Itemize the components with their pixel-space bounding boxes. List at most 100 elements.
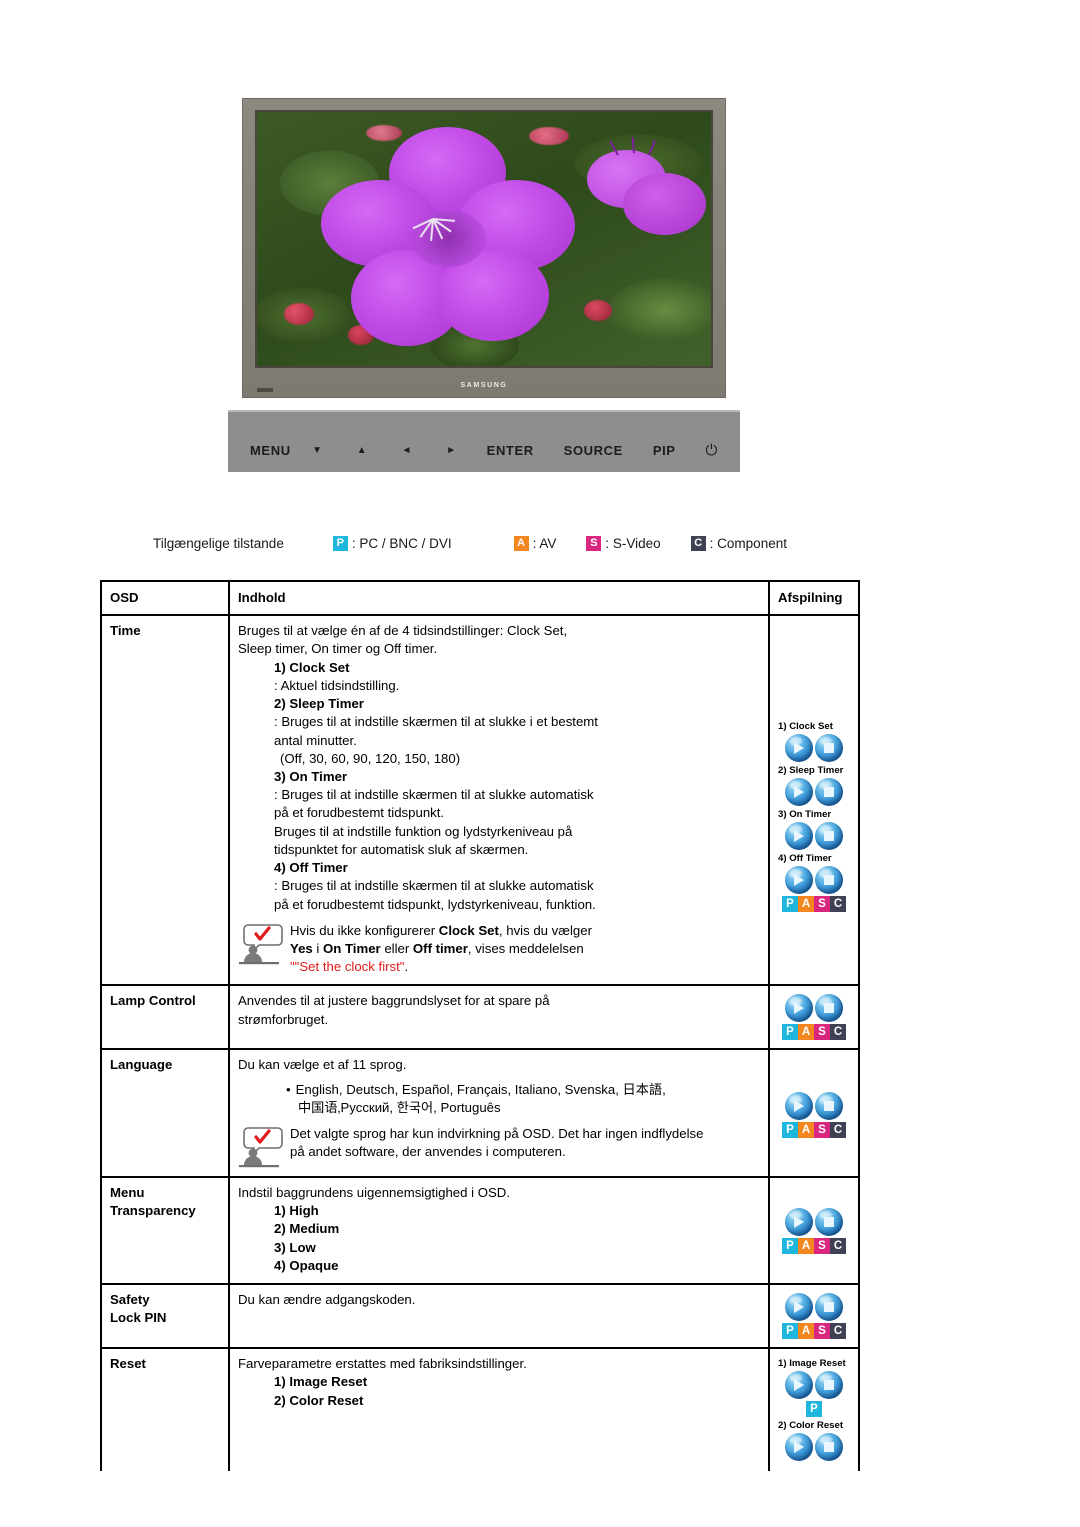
icon-caption-sleep-timer: 2) Sleep Timer [778,765,844,777]
source-button[interactable]: SOURCE [564,443,623,458]
button-pair-language [778,1092,850,1121]
pasc-badges-menu-transparency: PASC [778,1238,850,1255]
stop-icon[interactable] [815,1293,843,1322]
enter-button[interactable]: ENTER [487,443,534,458]
time-item3-desc-l2: på et forudbestemt tidspunkt. [274,805,445,821]
time-note-l1c: , hvis du vælger [498,922,592,938]
power-icon[interactable]: ⏻ [706,442,718,459]
stop-icon[interactable] [815,778,843,807]
badge-p-icon: P [782,1122,798,1139]
flower-petal [622,172,707,236]
badge-p-icon: P [782,896,798,913]
pip-button[interactable]: PIP [653,443,676,458]
legend-item-component: C : Component [690,536,787,551]
badge-p-icon: P [782,1323,798,1340]
right-arrow-icon[interactable]: ► [446,445,457,456]
badge-a-icon: A [798,1024,814,1041]
legend-item-svideo: S : S-Video [586,536,661,551]
time-item1-title: 1) Clock Set [274,659,350,675]
source-legend: Tilgængelige tilstande P : PC / BNC / DV… [153,536,787,551]
stop-icon[interactable] [815,1433,843,1462]
stop-icon[interactable] [815,1371,843,1400]
play-icon[interactable] [785,1293,813,1322]
time-item2-title: 2) Sleep Timer [274,696,364,712]
time-note-l2a: Yes [290,940,313,956]
badge-s-icon: S [814,896,830,913]
badge-p-icon: P [782,1024,798,1041]
icon-caption-color-reset: 2) Color Reset [778,1420,844,1432]
time-item2-values: (Off, 30, 60, 90, 120, 150, 180) [280,750,461,766]
row-label-menu-transparency: Menu Transparency [100,1177,230,1286]
table-row-reset: Reset Farveparametre erstattes med fabri… [100,1348,860,1472]
menu-button[interactable]: MENU [250,443,291,458]
language-note-text: Det valgte sprog har kun indvirkning på … [290,1124,760,1161]
badge-a-icon: A [798,1122,814,1139]
badge-p-icon: P [332,536,348,551]
up-arrow-icon[interactable]: ▲ [357,445,368,456]
table-row-lamp-control: Lamp Control Anvendes til at justere bag… [100,985,860,1051]
time-note-l3-red: ""Set the clock first" [290,959,405,975]
play-icon[interactable] [785,994,813,1023]
time-item3-desc-l1: : Bruges til at indstille skærmen til at… [274,787,594,803]
row-content-lamp-control: Anvendes til at justere baggrundslyset f… [228,985,770,1051]
time-item4-desc-l1: : Bruges til at indstille skærmen til at… [274,878,594,894]
row-icons-language: PASC [768,1049,860,1179]
play-icon[interactable] [785,1371,813,1400]
pasc-badges-safety-lock-pin: PASC [778,1323,850,1340]
icon-caption-clock-set: 1) Clock Set [778,721,833,733]
table-row-time: Time Bruges til at vælge én af de 4 tids… [100,615,860,987]
play-icon[interactable] [785,1208,813,1237]
button-pair-sleep-timer [778,778,850,807]
menu-transparency-label-l1: Menu [110,1185,145,1201]
button-pair-menu-transparency [778,1208,850,1237]
flower-bud [583,299,612,321]
icon-caption-image-reset: 1) Image Reset [778,1358,846,1370]
stop-icon[interactable] [815,734,843,763]
stop-icon[interactable] [815,822,843,851]
time-item4-title: 4) Off Timer [274,860,348,876]
time-note: Hvis du ikke konfigurerer Clock Set, hvi… [238,921,760,977]
table-header-row: OSD Indhold Afspilning [100,579,860,617]
reset-opt1: 1) Image Reset [274,1374,368,1390]
time-item4-desc-l2: på et forudbestemt tidspunkt, lydstyrken… [274,896,596,912]
legend-item-av: A : AV [513,536,556,551]
play-icon[interactable] [785,778,813,807]
time-item3-desc-l4: tidspunktet for automatisk sluk af skærm… [274,841,529,857]
button-pair-safety-lock-pin [778,1293,850,1322]
play-icon[interactable] [785,822,813,851]
stop-icon[interactable] [815,1208,843,1237]
monitor-illustration: SAMSUNG MENU ▼ ▲ ◄ ► ENTER SOURCE PIP ⏻ [228,98,740,488]
play-icon[interactable] [785,1092,813,1121]
down-arrow-icon[interactable]: ▼ [312,445,323,456]
header-afspilning: Afspilning [768,579,860,617]
play-icon[interactable] [785,866,813,895]
time-item2-desc-l1: : Bruges til at indstille skærmen til at… [274,714,598,730]
button-pair-color-reset [778,1433,850,1462]
row-label-language: Language [100,1049,230,1179]
badge-s-icon: S [814,1323,830,1340]
table-row-menu-transparency: Menu Transparency Indstil baggrundens ui… [100,1177,860,1286]
button-pair-off-timer [778,866,850,895]
left-arrow-icon[interactable]: ◄ [402,445,413,456]
language-list-line1: English, Deutsch, Español, Français, Ita… [295,1081,666,1097]
flower-bud [284,302,315,325]
time-note-l2f: , vises meddelelsen [467,940,584,956]
stop-icon[interactable] [815,1092,843,1121]
button-pair-image-reset [778,1371,850,1400]
time-note-text: Hvis du ikke konfigurerer Clock Set, hvi… [290,921,760,977]
row-content-reset: Farveparametre erstattes med fabriksinds… [228,1348,770,1472]
stop-icon[interactable] [815,866,843,895]
document-page: SAMSUNG MENU ▼ ▲ ◄ ► ENTER SOURCE PIP ⏻ … [0,0,1080,1527]
play-icon[interactable] [785,1433,813,1462]
stop-icon[interactable] [815,994,843,1023]
language-note-l2: på andet software, der anvendes i comput… [290,1144,566,1160]
legend-item-pc: P : PC / BNC / DVI [332,536,452,551]
icon-caption-on-timer: 3) On Timer [778,809,832,821]
badge-s-icon: S [814,1238,830,1255]
header-osd: OSD [100,579,230,617]
badge-p-icon: P [782,1238,798,1255]
play-icon[interactable] [785,734,813,763]
row-icons-safety-lock-pin: PASC [768,1284,860,1350]
time-note-l1a: Hvis du ikke konfigurerer [290,922,439,938]
time-note-l1b: Clock Set [438,922,499,938]
